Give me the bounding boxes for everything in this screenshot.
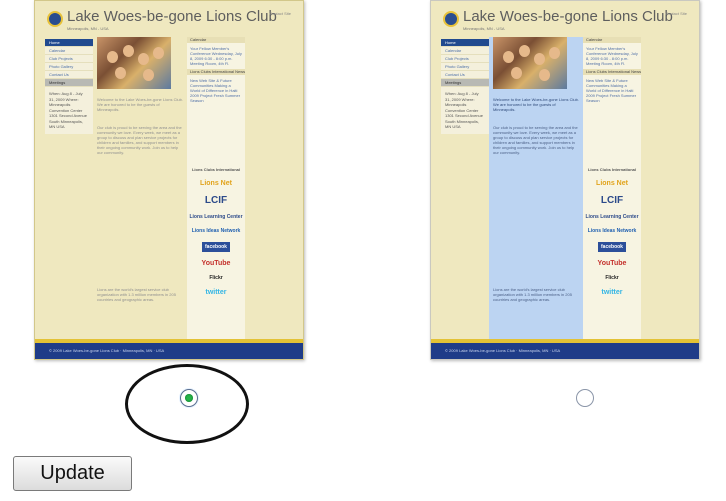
site-header: Lake Woes-be-gone Lions Club Minneapolis… <box>439 7 693 35</box>
sidebar: Calendar Your Fellow Member's Conference… <box>187 37 245 355</box>
twitter-badge: twitter <box>205 289 227 296</box>
youtube-badge: YouTube <box>201 260 231 267</box>
body-text: Our club is proud to be serving the area… <box>97 125 182 155</box>
intro-text: Welcome to the Lake Woes-be-gone Lions C… <box>97 97 183 112</box>
sidebar-heading: Lions Clubs International News <box>187 69 245 75</box>
site-subtitle: Minneapolis, MN - USA <box>67 26 109 31</box>
sidebar-text: Your Fellow Member's Conference Wednesda… <box>190 46 242 66</box>
lcif-badge: LCIF <box>600 195 624 206</box>
learning-center-badge: Lions Learning Center <box>189 214 243 220</box>
layout-option-2-radio[interactable] <box>576 389 594 407</box>
intro-text: Welcome to the Lake Woes-be-gone Lions C… <box>493 97 579 112</box>
nav-item: Photo Gallery <box>441 63 489 71</box>
lions-international-badge: Lions Clubs International <box>191 167 240 172</box>
lions-logo-icon <box>443 11 459 27</box>
sidebar: Calendar Your Fellow Member's Conference… <box>583 37 641 355</box>
footer-note: Lions are the world's largest service cl… <box>97 287 176 302</box>
flickr-badge: Flickr <box>605 275 619 281</box>
nav-item: Contact Us <box>441 71 489 79</box>
site-footer: © 2009 Lake Woes-be-gone Lions Club · Mi… <box>431 343 699 359</box>
site-footer: © 2009 Lake Woes-be-gone Lions Club · Mi… <box>35 343 303 359</box>
highlight-circle <box>125 364 249 444</box>
update-button[interactable]: Update <box>13 456 132 491</box>
event-info: When: Aug 8 - July 31, 2009 Where: Minne… <box>445 91 483 129</box>
header-links: Contact Site <box>665 11 687 16</box>
sidebar-text: New Web Site & Future Communities Making… <box>190 78 241 103</box>
group-photo <box>97 37 171 89</box>
lions-international-badge: Lions Clubs International <box>587 167 636 172</box>
header-links: Contact Site <box>269 11 291 16</box>
nav-item: Contact Us <box>45 71 93 79</box>
body-text: Our club is proud to be serving the area… <box>493 125 578 155</box>
site-subtitle: Minneapolis, MN - USA <box>463 26 505 31</box>
lions-net-badge: Lions Net <box>200 180 232 187</box>
ideas-network-badge: Lions Ideas Network <box>191 228 241 234</box>
nav-item: Photo Gallery <box>45 63 93 71</box>
nav-item: Home <box>45 39 93 47</box>
lions-logo-icon <box>47 11 63 27</box>
ideas-network-badge: Lions Ideas Network <box>587 228 637 234</box>
nav-item: Calendar <box>45 47 93 55</box>
nav-item: Meetings <box>441 79 489 87</box>
twitter-badge: twitter <box>601 289 623 296</box>
footer-text: © 2009 Lake Woes-be-gone Lions Club · Mi… <box>49 348 165 353</box>
flickr-badge: Flickr <box>209 275 223 281</box>
layout-option-2-thumbnail[interactable]: Lake Woes-be-gone Lions Club Minneapolis… <box>430 0 700 360</box>
learning-center-badge: Lions Learning Center <box>585 214 639 220</box>
site-header: Lake Woes-be-gone Lions Club Minneapolis… <box>43 7 297 35</box>
nav-item: Club Projects <box>45 55 93 63</box>
facebook-badge: facebook <box>202 242 230 252</box>
nav-item: Meetings <box>45 79 93 87</box>
youtube-badge: YouTube <box>597 260 627 267</box>
layout-option-1-thumbnail[interactable]: Lake Woes-be-gone Lions Club Minneapolis… <box>34 0 304 360</box>
site-title: Lake Woes-be-gone Lions Club <box>67 8 277 25</box>
facebook-badge: facebook <box>598 242 626 252</box>
lcif-badge: LCIF <box>204 195 228 206</box>
site-title: Lake Woes-be-gone Lions Club <box>463 8 673 25</box>
group-photo <box>493 37 567 89</box>
footer-text: © 2009 Lake Woes-be-gone Lions Club · Mi… <box>445 348 561 353</box>
event-info: When: Aug 8 - July 31, 2009 Where: Minne… <box>49 91 87 129</box>
partner-badges: Lions Clubs International Lions Net LCIF… <box>583 167 641 296</box>
site-navigation: Home Calendar Club Projects Photo Galler… <box>45 39 93 134</box>
nav-item: Club Projects <box>441 55 489 63</box>
nav-item: Calendar <box>441 47 489 55</box>
lions-net-badge: Lions Net <box>596 180 628 187</box>
nav-item: Home <box>441 39 489 47</box>
footer-note: Lions are the world's largest service cl… <box>493 287 572 302</box>
sidebar-heading: Lions Clubs International News <box>583 69 641 75</box>
sidebar-text: New Web Site & Future Communities Making… <box>586 78 637 103</box>
site-navigation: Home Calendar Club Projects Photo Galler… <box>441 39 489 134</box>
sidebar-text: Your Fellow Member's Conference Wednesda… <box>586 46 638 66</box>
partner-badges: Lions Clubs International Lions Net LCIF… <box>187 167 245 296</box>
